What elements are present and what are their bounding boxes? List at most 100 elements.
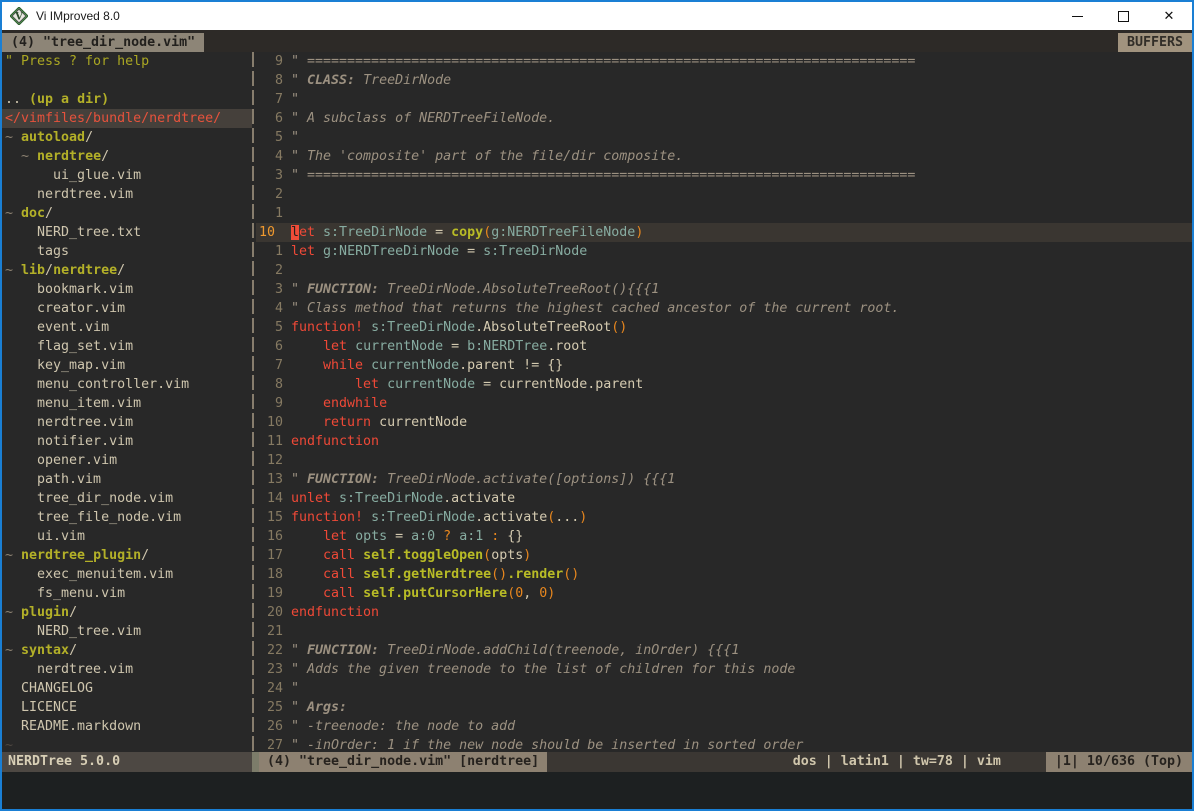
tree-item[interactable]: creator.vim [2, 299, 252, 318]
code-text: " Class method that returns the highest … [283, 299, 899, 318]
tree-item[interactable]: nerdtree.vim [2, 413, 252, 432]
code-line[interactable]: 19 call self.putCursorHere(0, 0) [256, 584, 1192, 603]
statusline-separator [252, 752, 259, 772]
code-line[interactable]: 7" [256, 90, 1192, 109]
tree-item[interactable]: notifier.vim [2, 432, 252, 451]
code-line[interactable]: 8 let currentNode = currentNode.parent [256, 375, 1192, 394]
code-line[interactable]: 4" The 'composite' part of the file/dir … [256, 147, 1192, 166]
tree-item[interactable]: opener.vim [2, 451, 252, 470]
code-line[interactable]: 16 let opts = a:0 ? a:1 : {} [256, 527, 1192, 546]
syntax-span: = [443, 339, 467, 354]
tree-item[interactable]: " Press ? for help [2, 52, 252, 71]
code-line[interactable]: 7 while currentNode.parent != {} [256, 356, 1192, 375]
active-buffer-tab[interactable]: (4) "tree_dir_node.vim" [2, 33, 204, 52]
code-line[interactable]: 22" FUNCTION: TreeDirNode.addChild(treen… [256, 641, 1192, 660]
code-line[interactable]: 18 call self.getNerdtree().render() [256, 565, 1192, 584]
close-button[interactable]: ✕ [1146, 2, 1192, 30]
tree-item[interactable]: bookmark.vim [2, 280, 252, 299]
tree-item[interactable]: NERD_tree.txt [2, 223, 252, 242]
code-line[interactable]: 5function! s:TreeDirNode.AbsoluteTreeRoo… [256, 318, 1192, 337]
minimize-button[interactable] [1054, 2, 1100, 30]
tree-item[interactable]: nerdtree.vim [2, 660, 252, 679]
tree-item[interactable]: ~ doc/ [2, 204, 252, 223]
code-line[interactable]: 1let g:NERDTreeDirNode = s:TreeDirNode [256, 242, 1192, 261]
code-line[interactable]: 3" =====================================… [256, 166, 1192, 185]
code-line[interactable]: 12 [256, 451, 1192, 470]
code-line[interactable]: 8" CLASS: TreeDirNode [256, 71, 1192, 90]
code-line[interactable]: 27" -inOrder: 1 if the new node should b… [256, 736, 1192, 752]
tree-item[interactable]: tree_dir_node.vim [2, 489, 252, 508]
syntax-span: .AbsoluteTreeRoot [475, 320, 611, 335]
tree-item[interactable]: ~ autoload/ [2, 128, 252, 147]
tree-item[interactable]: menu_item.vim [2, 394, 252, 413]
syntax-span: a:0 [411, 529, 435, 544]
code-text: " -treenode: the node to add [283, 717, 515, 736]
tree-item[interactable] [2, 71, 252, 90]
tree-item[interactable]: tree_file_node.vim [2, 508, 252, 527]
syntax-span: s:TreeDirNode [371, 510, 475, 525]
syntax-span: ~ [5, 261, 21, 280]
code-line[interactable]: 21 [256, 622, 1192, 641]
syntax-span: nerdtree.vim [5, 660, 133, 679]
tree-item[interactable]: exec_menuitem.vim [2, 565, 252, 584]
tree-item[interactable]: menu_controller.vim [2, 375, 252, 394]
code-line[interactable]: 3" FUNCTION: TreeDirNode.AbsoluteTreeRoo… [256, 280, 1192, 299]
code-line[interactable]: 10 return currentNode [256, 413, 1192, 432]
code-line[interactable]: 6 let currentNode = b:NERDTree.root [256, 337, 1192, 356]
syntax-span [291, 567, 323, 582]
tree-item[interactable]: ~ nerdtree_plugin/ [2, 546, 252, 565]
tree-item[interactable]: NERD_tree.vim [2, 622, 252, 641]
syntax-span: g:NERDTreeDirNode [323, 244, 459, 259]
syntax-span: syntax [21, 641, 69, 660]
close-icon: ✕ [1164, 10, 1175, 23]
code-line[interactable]: 4" Class method that returns the highest… [256, 299, 1192, 318]
code-line[interactable]: 14unlet s:TreeDirNode.activate [256, 489, 1192, 508]
syntax-span: ~ [5, 204, 21, 223]
tree-item[interactable]: path.vim [2, 470, 252, 489]
code-line[interactable]: 25" Args: [256, 698, 1192, 717]
code-line[interactable]: 9" =====================================… [256, 52, 1192, 71]
maximize-button[interactable] [1100, 2, 1146, 30]
command-line[interactable] [2, 772, 1192, 809]
tree-item[interactable]: ~ plugin/ [2, 603, 252, 622]
tree-item[interactable]: CHANGELOG [2, 679, 252, 698]
tree-item[interactable]: README.markdown [2, 717, 252, 736]
code-line[interactable]: 15function! s:TreeDirNode.activate(...) [256, 508, 1192, 527]
syntax-span [347, 339, 355, 354]
code-line[interactable]: 26" -treenode: the node to add [256, 717, 1192, 736]
code-line[interactable]: 9 endwhile [256, 394, 1192, 413]
code-text: " [283, 679, 299, 698]
tree-item[interactable]: ui_glue.vim [2, 166, 252, 185]
tree-item[interactable]: key_map.vim [2, 356, 252, 375]
code-line[interactable]: 11endfunction [256, 432, 1192, 451]
code-line[interactable]: 24" [256, 679, 1192, 698]
tree-item[interactable]: ~ lib/nerdtree/ [2, 261, 252, 280]
tree-item[interactable]: event.vim [2, 318, 252, 337]
tree-item[interactable]: ~ [2, 736, 252, 752]
syntax-span: / [117, 261, 125, 280]
code-line[interactable]: 2 [256, 261, 1192, 280]
code-line[interactable]: 23" Adds the given treenode to the list … [256, 660, 1192, 679]
code-line[interactable]: 6" A subclass of NERDTreeFileNode. [256, 109, 1192, 128]
tree-item[interactable]: tags [2, 242, 252, 261]
tree-item[interactable]: ~ syntax/ [2, 641, 252, 660]
syntax-span: ui.vim [5, 527, 85, 546]
code-line[interactable]: 17 call self.toggleOpen(opts) [256, 546, 1192, 565]
tree-item[interactable]: fs_menu.vim [2, 584, 252, 603]
code-text: " FUNCTION: TreeDirNode.AbsoluteTreeRoot… [283, 280, 659, 299]
tree-item-selected[interactable]: </vimfiles/bundle/nerdtree/ [2, 109, 252, 128]
tree-item[interactable]: nerdtree.vim [2, 185, 252, 204]
tree-item[interactable]: flag_set.vim [2, 337, 252, 356]
code-line[interactable]: 13" FUNCTION: TreeDirNode.activate([opti… [256, 470, 1192, 489]
code-line[interactable]: 20endfunction [256, 603, 1192, 622]
tree-item[interactable]: ui.vim [2, 527, 252, 546]
tree-item[interactable]: LICENCE [2, 698, 252, 717]
code-line[interactable]: 1 [256, 204, 1192, 223]
tree-item[interactable]: .. (up a dir) [2, 90, 252, 109]
line-number: 27 [256, 736, 283, 752]
code-line-current[interactable]: 10let s:TreeDirNode = copy(g:NERDTreeFil… [256, 223, 1192, 242]
line-number: 21 [256, 622, 283, 641]
tree-item[interactable]: ~ nerdtree/ [2, 147, 252, 166]
code-line[interactable]: 5" [256, 128, 1192, 147]
code-line[interactable]: 2 [256, 185, 1192, 204]
